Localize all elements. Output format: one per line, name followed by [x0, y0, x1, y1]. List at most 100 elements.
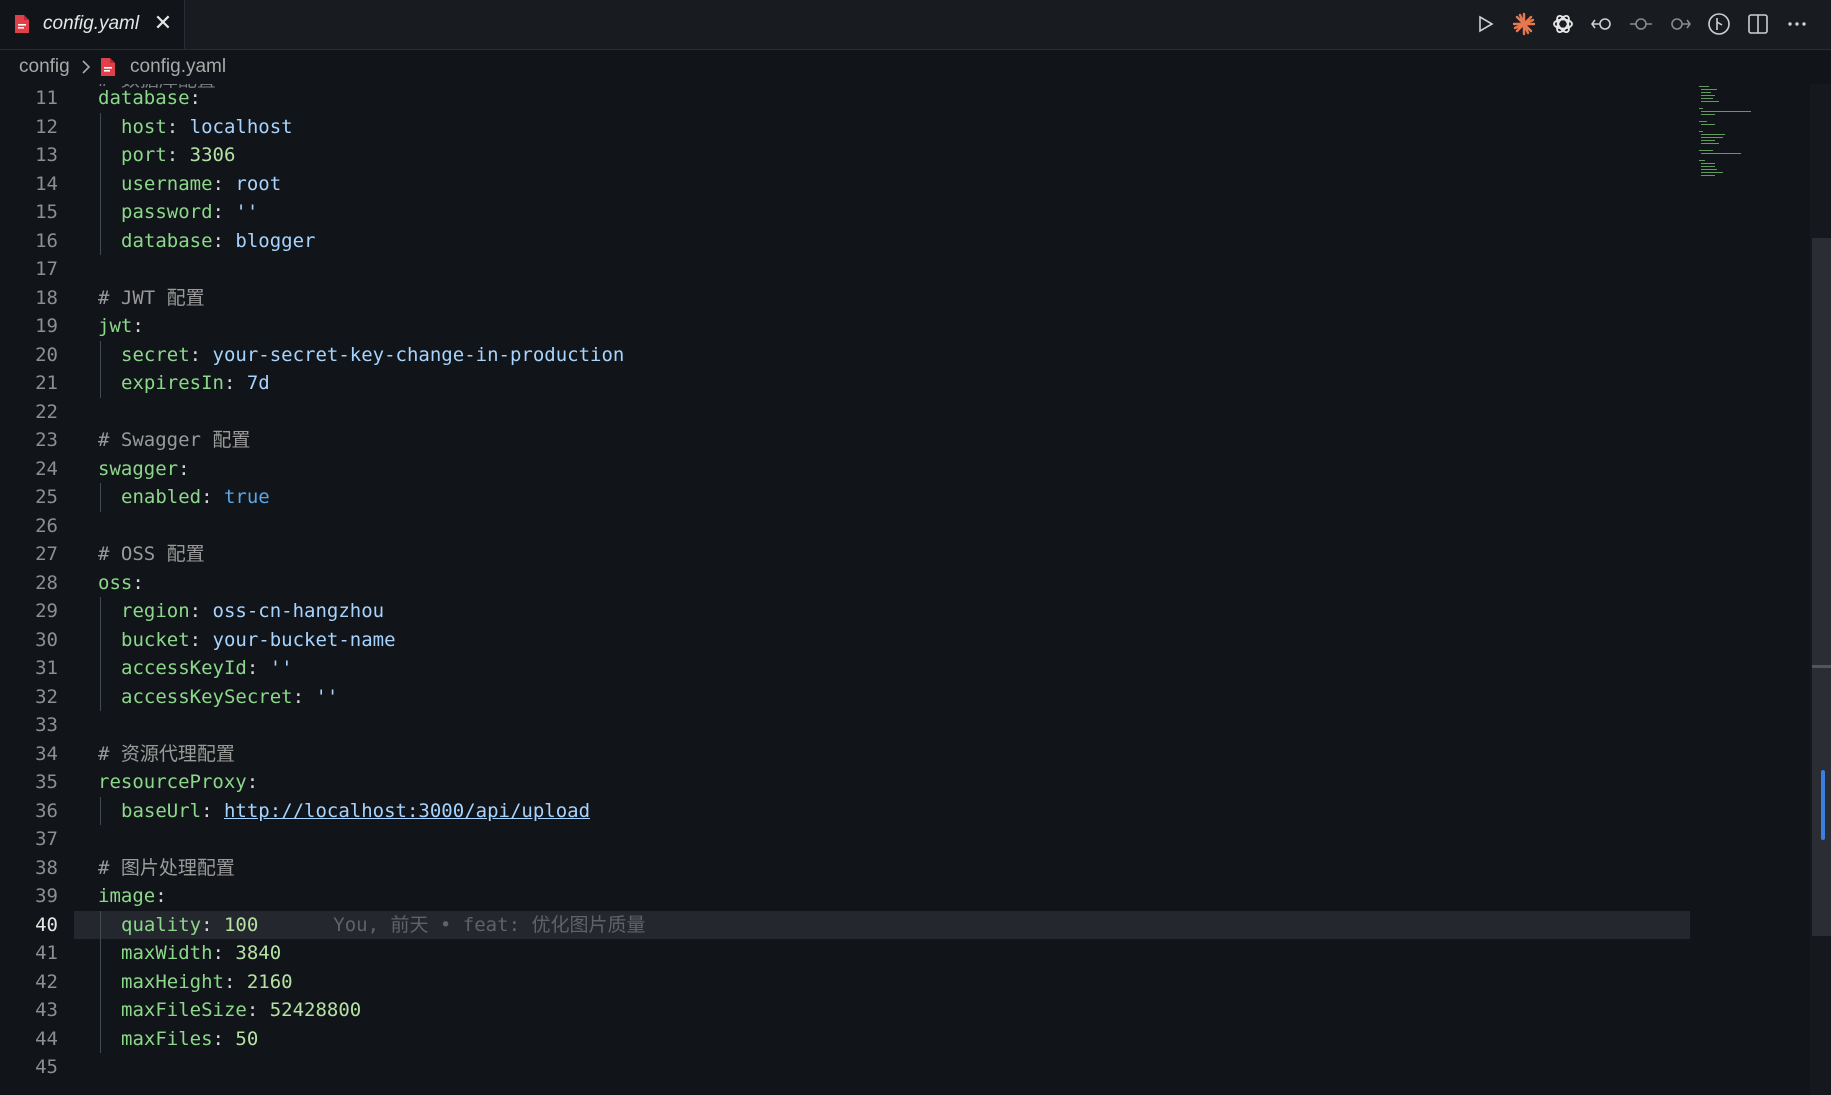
code-line[interactable]: 19 jwt: [0, 312, 1700, 341]
close-icon[interactable]: ✕ [152, 12, 174, 34]
code-line[interactable]: 35 resourceProxy: [0, 768, 1700, 797]
tab-bar: config.yaml ✕ [0, 0, 1831, 50]
code-line[interactable]: 25 enabled: true [0, 483, 1700, 512]
code-line[interactable]: 24 swagger: [0, 455, 1700, 484]
line-number: 26 [35, 514, 58, 537]
line-number: 30 [35, 628, 58, 651]
line-number: 14 [35, 172, 58, 195]
code-line[interactable]: 16 database: blogger [0, 226, 1700, 255]
indent-guide [100, 597, 101, 626]
go-back-icon[interactable] [1590, 12, 1614, 36]
code-line[interactable]: 18 # JWT 配置 [0, 284, 1700, 313]
line-number: 25 [35, 486, 58, 508]
indent-guide [100, 654, 101, 683]
line-number: 19 [35, 315, 58, 337]
code-line[interactable]: 34 # 资源代理配置 [0, 740, 1700, 769]
code-line[interactable]: 39 image: [0, 882, 1700, 911]
scrollbar-marker [1812, 665, 1831, 668]
code-line[interactable]: 33 [0, 711, 1700, 740]
indent-guide [100, 967, 101, 996]
scrollbar-cursor-indicator [1821, 770, 1825, 840]
code-line[interactable]: 44 maxFiles: 50 [0, 1024, 1700, 1053]
yaml-file-icon [101, 58, 115, 76]
code-line[interactable]: 22 [0, 398, 1700, 427]
line-number: 42 [35, 970, 58, 993]
line-number: 40 [35, 913, 58, 936]
indent-guide [100, 340, 101, 369]
code-line[interactable]: 21 expiresIn: 7d [0, 369, 1700, 398]
line-number: 21 [35, 372, 58, 394]
code-line[interactable]: 12 host: localhost [0, 112, 1700, 141]
code-line[interactable]: 42 maxHeight: 2160 [0, 967, 1700, 996]
split-editor-icon[interactable] [1746, 12, 1770, 36]
git-graph-icon[interactable] [1707, 12, 1731, 36]
indent-guide [100, 1024, 101, 1053]
comment: # Swagger 配置 [98, 429, 251, 451]
comment: # JWT 配置 [98, 286, 205, 309]
line-number: 16 [35, 229, 58, 252]
code-line[interactable]: 28 oss: [0, 569, 1700, 598]
tab-config-yaml[interactable]: config.yaml ✕ [0, 0, 185, 49]
code-line[interactable]: 38 # 图片处理配置 [0, 854, 1700, 883]
more-icon[interactable] [1785, 12, 1809, 36]
line-number: 29 [35, 600, 58, 622]
commit-icon[interactable] [1629, 12, 1653, 36]
line-number: 17 [35, 258, 58, 280]
code-line[interactable]: 37 [0, 825, 1700, 854]
line-number: 31 [35, 657, 58, 679]
code-line[interactable]: 32 accessKeySecret: '' [0, 682, 1700, 711]
indent-guide [100, 939, 101, 968]
indent-guide [100, 682, 101, 711]
line-number: 12 [35, 115, 58, 138]
git-blame-annotation[interactable]: You, 前天 • feat: 优化图片质量 [333, 914, 645, 936]
indent-guide [100, 796, 101, 825]
code-line[interactable]: 43 maxFileSize: 52428800 [0, 996, 1700, 1025]
openai-icon[interactable] [1551, 12, 1575, 36]
code-line[interactable]: 41 maxWidth: 3840 [0, 939, 1700, 968]
code-line[interactable]: 11 database: [0, 84, 1700, 113]
code-line[interactable]: 29 region: oss-cn-hangzhou [0, 597, 1700, 626]
code-line[interactable]: 13 port: 3306 [0, 141, 1700, 170]
code-line[interactable]: 26 [0, 512, 1700, 541]
line-number: 18 [35, 286, 58, 309]
indent-guide [100, 483, 101, 512]
code-line[interactable]: 30 bucket: your-bucket-name [0, 625, 1700, 654]
code-editor[interactable]: # 数据库配置 11 database: 12 host: localhost … [0, 84, 1810, 1095]
breadcrumb-folder[interactable]: config [19, 56, 70, 78]
code-line[interactable]: 45 [0, 1053, 1700, 1082]
line-number: 22 [35, 400, 58, 423]
indent-guide [100, 198, 101, 227]
comment: # 资源代理配置 [98, 742, 235, 765]
chevron-right-icon [82, 60, 91, 74]
code-line[interactable]: 31 accessKeyId: '' [0, 654, 1700, 683]
indent-guide [100, 112, 101, 141]
run-icon[interactable] [1473, 12, 1497, 36]
indent-guide [100, 369, 101, 398]
line-number: 15 [35, 201, 58, 223]
line-number: 23 [35, 429, 58, 451]
claude-icon[interactable] [1512, 12, 1536, 36]
line-number: 24 [35, 457, 58, 480]
line-number: 43 [35, 999, 58, 1021]
url-link[interactable]: http://localhost:3000/api/upload [224, 800, 590, 822]
code-line[interactable]: 23 # Swagger 配置 [0, 426, 1700, 455]
code-line[interactable]: 27 # OSS 配置 [0, 540, 1700, 569]
breadcrumb-file[interactable]: config.yaml [130, 56, 226, 78]
go-forward-icon[interactable] [1668, 12, 1692, 36]
code-line[interactable]: 15 password: '' [0, 198, 1700, 227]
code-line[interactable]: 20 secret: your-secret-key-change-in-pro… [0, 340, 1700, 369]
code-line[interactable]: 36 baseUrl: http://localhost:3000/api/up… [0, 796, 1700, 825]
active-code-line[interactable]: 40 quality: 100 You, 前天 • feat: 优化图片质量 [0, 910, 1700, 939]
code-line[interactable]: 17 [0, 255, 1700, 284]
line-number: 34 [35, 742, 58, 765]
line-number: 39 [35, 885, 58, 907]
minimap[interactable] [1697, 84, 1777, 204]
line-number: 32 [35, 685, 58, 708]
comment: # 图片处理配置 [98, 856, 235, 879]
code-line[interactable]: 14 username: root [0, 169, 1700, 198]
yaml-file-icon [15, 15, 29, 33]
tab-title: config.yaml [43, 13, 140, 34]
comment: # OSS 配置 [98, 543, 205, 565]
line-number: 11 [35, 87, 58, 109]
line-number: 28 [35, 571, 58, 594]
